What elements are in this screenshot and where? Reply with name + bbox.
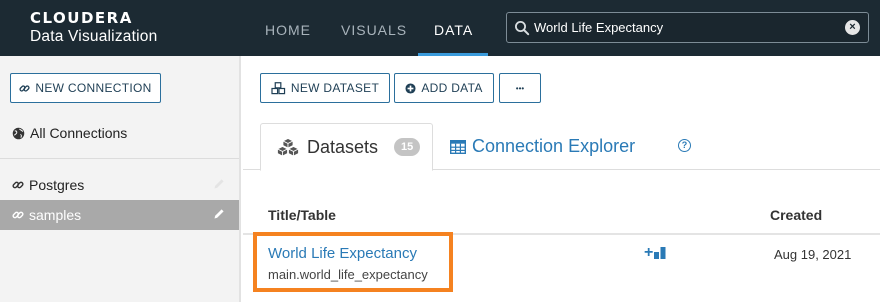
nav-tab-home[interactable]: HOME — [265, 22, 311, 38]
new-connection-button[interactable]: NEW CONNECTION — [10, 73, 161, 103]
cubes-icon — [271, 81, 286, 94]
new-dataset-button[interactable]: NEW DATASET — [260, 73, 390, 103]
add-data-button[interactable]: ADD DATA — [394, 73, 494, 103]
sidebar-divider — [0, 158, 239, 159]
column-header-title[interactable]: Title/Table — [268, 207, 336, 223]
all-connections-label: All Connections — [30, 125, 128, 141]
more-options-icon: ••• — [515, 83, 525, 93]
help-icon[interactable]: ? — [678, 139, 691, 152]
brand-name: CLOUDERA — [30, 9, 133, 27]
cubes-icon — [277, 137, 299, 157]
sidebar-item-label: Postgres — [29, 177, 85, 193]
nav-tab-data[interactable]: DATA — [434, 22, 473, 38]
link-icon — [12, 211, 24, 219]
active-tab-indicator — [418, 53, 488, 56]
link-icon — [12, 181, 24, 189]
search-box: × — [506, 12, 869, 43]
app-logo[interactable]: CLOUDERA Data Visualization — [30, 10, 157, 46]
globe-icon — [12, 127, 25, 139]
datasets-count-badge: 15 — [394, 138, 421, 156]
tab-connection-explorer[interactable]: Connection Explorer — [450, 136, 635, 157]
top-nav-bar: CLOUDERA Data Visualization HOME VISUALS… — [0, 0, 880, 56]
product-name: Data Visualization — [30, 28, 158, 45]
tab-datasets-label: Datasets — [307, 136, 379, 157]
sidebar-item-postgres[interactable]: Postgres — [0, 170, 239, 200]
edit-pencil-icon[interactable] — [213, 208, 225, 220]
clear-search-icon[interactable]: × — [845, 20, 860, 35]
new-connection-label: NEW CONNECTION — [35, 81, 152, 95]
add-data-label: ADD DATA — [421, 81, 483, 95]
search-input[interactable] — [534, 16, 834, 39]
dataset-table-name: main.world_life_expectancy — [268, 267, 428, 282]
link-icon — [19, 84, 30, 92]
new-dataset-label: NEW DATASET — [290, 81, 380, 95]
more-options-button[interactable]: ••• — [499, 73, 541, 103]
search-icon — [515, 21, 530, 36]
bar-chart-icon — [654, 247, 666, 259]
connections-sidebar: NEW CONNECTION All Connections Postgres … — [0, 56, 241, 302]
new-visual-button[interactable]: + — [644, 244, 666, 261]
dataset-title-link[interactable]: World Life Expectancy — [268, 245, 417, 262]
sidebar-item-samples[interactable]: samples — [0, 200, 239, 230]
table-icon — [450, 139, 466, 154]
all-connections-item[interactable]: All Connections — [0, 118, 239, 148]
plus-icon: + — [644, 244, 654, 261]
nav-tab-visuals[interactable]: VISUALS — [341, 22, 407, 38]
plus-circle-icon — [405, 82, 416, 94]
row-highlight-box — [253, 232, 453, 292]
edit-pencil-icon[interactable] — [213, 178, 225, 190]
column-header-created[interactable]: Created — [770, 207, 822, 223]
dataset-created-date: Aug 19, 2021 — [774, 247, 852, 262]
sidebar-item-label: samples — [29, 207, 82, 223]
tab-connection-explorer-label: Connection Explorer — [472, 136, 636, 156]
tab-datasets[interactable]: Datasets 15 — [260, 123, 433, 171]
